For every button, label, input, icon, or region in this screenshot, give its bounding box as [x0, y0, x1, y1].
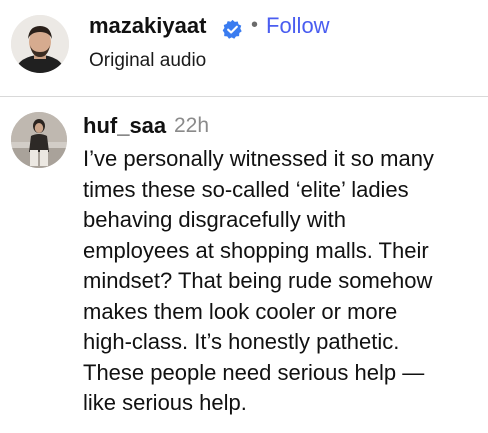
- comment-line: I’ve personally witnessed it so many: [83, 146, 434, 171]
- follow-button[interactable]: Follow: [266, 13, 330, 39]
- comment-line: like serious help.: [83, 390, 247, 415]
- comment-line: mindset? That being rude somehow: [83, 268, 433, 293]
- comment-line: makes them look cooler or more: [83, 298, 398, 324]
- comment-timestamp: 22h: [174, 114, 210, 137]
- comment-line: times these so-called ‘elite’ ladies: [83, 176, 409, 202]
- comment-text: I’ve personally witnessed it so many tim…: [83, 144, 483, 419]
- author-username[interactable]: mazakiyaat: [89, 13, 206, 39]
- separator-dot: •: [251, 14, 259, 36]
- comment-line: behaving disgracefully with: [83, 207, 346, 232]
- comment-line: These people need serious help —: [83, 359, 425, 385]
- original-audio-link[interactable]: Original audio: [89, 50, 206, 72]
- post-header: mazakiyaat • Follow Original audio: [0, 0, 488, 89]
- author-avatar[interactable]: [11, 15, 69, 73]
- commenter-avatar[interactable]: [11, 112, 67, 168]
- divider: [0, 96, 488, 97]
- comment-line: employees at shopping malls. Their: [83, 237, 429, 263]
- comment-line: high-class. It’s honestly pathetic.: [83, 329, 400, 354]
- comment-username[interactable]: huf_saa: [83, 113, 166, 139]
- verified-badge-icon: [222, 19, 243, 40]
